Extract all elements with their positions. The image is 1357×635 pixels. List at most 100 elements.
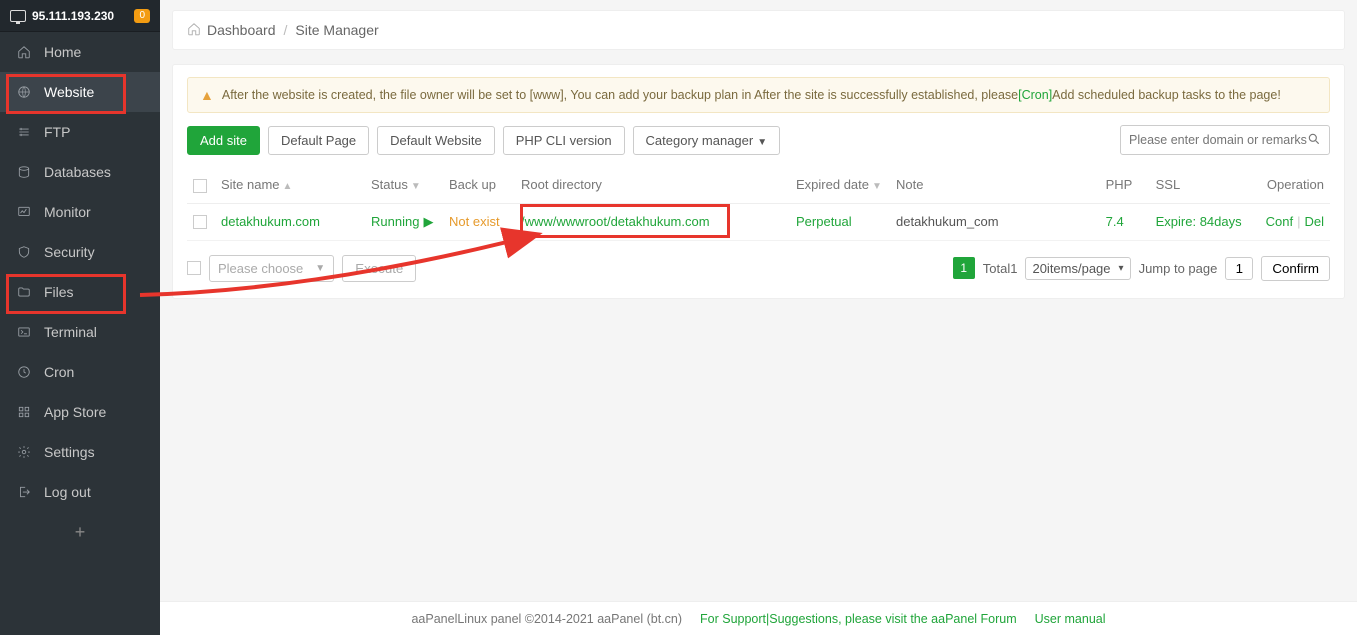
warning-icon: ▲	[200, 87, 214, 103]
note-cell[interactable]: detakhukum_com	[890, 203, 1100, 240]
sidebar-item-label: Home	[44, 44, 81, 60]
sidebar-item-appstore[interactable]: App Store	[0, 392, 160, 432]
default-page-button[interactable]: Default Page	[268, 126, 369, 155]
sidebar-item-label: Settings	[44, 444, 95, 460]
col-site[interactable]: Site name	[221, 177, 280, 192]
search-box[interactable]	[1120, 125, 1330, 155]
sort-icon: ▲	[283, 181, 293, 192]
sidebar-item-ftp[interactable]: FTP	[0, 112, 160, 152]
database-icon	[16, 164, 32, 180]
footer-copyright: aaPanelLinux panel ©2014-2021 aaPanel (b…	[411, 612, 682, 626]
sidebar-item-settings[interactable]: Settings	[0, 432, 160, 472]
select-all-checkbox[interactable]	[193, 179, 207, 193]
bulk-select-label: Please choose	[218, 261, 303, 276]
bulk-checkbox[interactable]	[187, 261, 201, 275]
del-link[interactable]: Del	[1304, 214, 1324, 229]
pagination: 1 Total1 20items/page ▾ Jump to page Con…	[953, 256, 1330, 281]
ssl-expire-link[interactable]: Expire: 84days	[1156, 214, 1242, 229]
execute-button[interactable]: Execute	[342, 255, 416, 282]
sidebar: 95.111.193.230 0 Home Website FTP Databa…	[0, 0, 160, 635]
jump-page-input[interactable]	[1225, 257, 1253, 280]
sidebar-item-label: Security	[44, 244, 95, 260]
default-website-button[interactable]: Default Website	[377, 126, 495, 155]
backup-link[interactable]: Not exist	[449, 214, 500, 229]
php-cli-button[interactable]: PHP CLI version	[503, 126, 625, 155]
bulk-action-select[interactable]: Please choose ▼	[209, 255, 334, 282]
per-page-label: 20items/page	[1032, 261, 1110, 276]
sidebar-item-databases[interactable]: Databases	[0, 152, 160, 192]
page-current[interactable]: 1	[953, 257, 975, 279]
caret-down-icon: ▾	[1119, 263, 1124, 274]
sidebar-item-logout[interactable]: Log out	[0, 472, 160, 512]
warning-text-after: Add scheduled backup tasks to the page!	[1052, 88, 1281, 102]
warning-banner: ▲ After the website is created, the file…	[187, 77, 1330, 113]
sort-icon: ▼	[872, 181, 882, 192]
php-version-link[interactable]: 7.4	[1106, 214, 1124, 229]
sidebar-item-home[interactable]: Home	[0, 32, 160, 72]
toolbar: Add site Default Page Default Website PH…	[187, 125, 1330, 155]
notification-badge[interactable]: 0	[134, 9, 150, 23]
main-content: Dashboard / Site Manager ▲ After the web…	[160, 0, 1357, 601]
gear-icon	[16, 444, 32, 460]
breadcrumb: Dashboard / Site Manager	[172, 10, 1345, 50]
col-root: Root directory	[515, 167, 790, 203]
play-icon: ▶	[423, 214, 433, 230]
caret-down-icon: ▼	[757, 137, 767, 148]
warning-cron-link[interactable]: [Cron]	[1018, 88, 1052, 102]
sidebar-item-website[interactable]: Website	[0, 72, 160, 112]
sort-icon: ▼	[411, 181, 421, 192]
expired-date[interactable]: Perpetual	[796, 214, 852, 229]
footer-support-link[interactable]: For Support|Suggestions, please visit th…	[700, 612, 1017, 626]
server-ip: 95.111.193.230	[32, 9, 134, 23]
root-directory-link[interactable]: /www/wwwroot/detakhukum.com	[521, 214, 710, 229]
add-site-button[interactable]: Add site	[187, 126, 260, 155]
col-expired[interactable]: Expired date	[796, 177, 869, 192]
site-name-link[interactable]: detakhukum.com	[221, 214, 320, 229]
logout-icon	[16, 484, 32, 500]
row-checkbox[interactable]	[193, 215, 207, 229]
conf-link[interactable]: Conf	[1266, 214, 1293, 229]
breadcrumb-root[interactable]: Dashboard	[207, 22, 276, 38]
jump-label: Jump to page	[1139, 261, 1218, 276]
ftp-icon	[16, 124, 32, 140]
sidebar-item-label: Monitor	[44, 204, 91, 220]
sidebar-item-label: Files	[44, 284, 74, 300]
search-input[interactable]	[1129, 133, 1307, 147]
folder-icon	[16, 284, 32, 300]
footer-manual-link[interactable]: User manual	[1035, 612, 1106, 626]
footer: aaPanelLinux panel ©2014-2021 aaPanel (b…	[160, 601, 1357, 635]
status-label: Running	[371, 214, 419, 229]
sidebar-item-cron[interactable]: Cron	[0, 352, 160, 392]
sidebar-item-terminal[interactable]: Terminal	[0, 312, 160, 352]
sidebar-item-label: Databases	[44, 164, 111, 180]
sidebar-item-label: FTP	[44, 124, 70, 140]
sidebar-add-button[interactable]: +	[0, 512, 160, 552]
globe-icon	[16, 84, 32, 100]
caret-down-icon: ▼	[315, 263, 325, 274]
monitor-icon	[10, 10, 26, 22]
sidebar-header: 95.111.193.230 0	[0, 0, 160, 32]
status-running[interactable]: Running ▶	[371, 214, 433, 230]
sidebar-item-monitor[interactable]: Monitor	[0, 192, 160, 232]
col-operation: Operation	[1260, 167, 1330, 203]
sidebar-item-files[interactable]: Files	[0, 272, 160, 312]
site-panel: ▲ After the website is created, the file…	[172, 64, 1345, 299]
sites-table: Site name▲ Status▼ Back up Root director…	[187, 167, 1330, 241]
search-icon[interactable]	[1307, 132, 1321, 149]
home-icon	[16, 44, 32, 60]
breadcrumb-page: Site Manager	[295, 22, 378, 38]
confirm-page-button[interactable]: Confirm	[1261, 256, 1330, 281]
breadcrumb-home-icon[interactable]	[187, 22, 201, 39]
clock-icon	[16, 364, 32, 380]
sidebar-item-security[interactable]: Security	[0, 232, 160, 272]
category-manager-button[interactable]: Category manager▼	[633, 126, 781, 155]
table-footer: Please choose ▼ Execute 1 Total1 20items…	[187, 255, 1330, 282]
sidebar-item-label: Website	[44, 84, 94, 100]
total-label: Total1	[983, 261, 1018, 276]
sidebar-item-label: Log out	[44, 484, 91, 500]
items-per-page-select[interactable]: 20items/page ▾	[1025, 257, 1130, 280]
col-status[interactable]: Status	[371, 177, 408, 192]
col-ssl: SSL	[1150, 167, 1260, 203]
col-backup: Back up	[443, 167, 515, 203]
sidebar-item-label: Terminal	[44, 324, 97, 340]
